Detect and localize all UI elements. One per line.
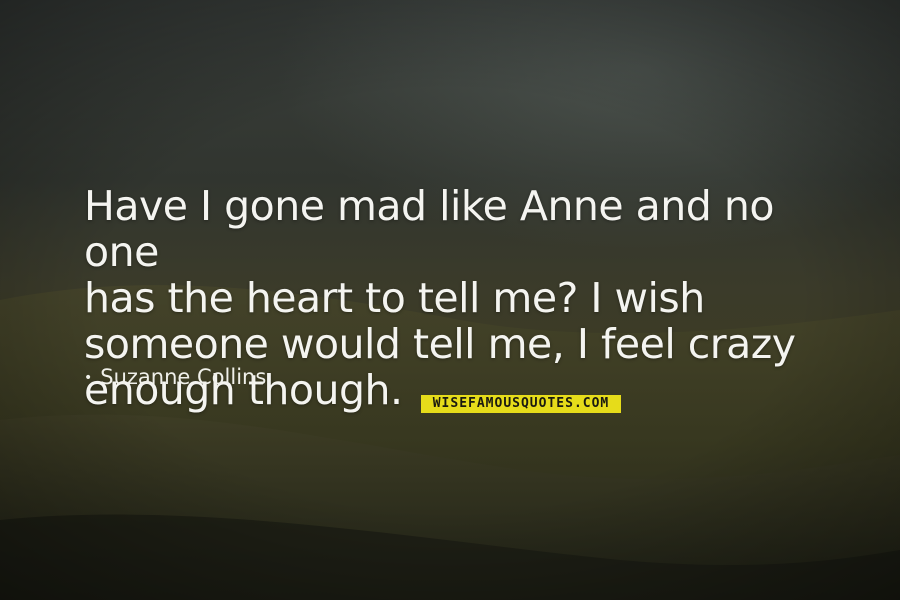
watermark-text: WISEFAMOUSQUOTES.COM xyxy=(432,396,610,411)
watermark-badge: WISEFAMOUSQUOTES.COM xyxy=(421,395,621,413)
quote-card: Have I gone mad like Anne and no one has… xyxy=(0,0,900,600)
quote-author: • Suzanne Collins xyxy=(84,364,266,391)
author-bullet: • xyxy=(84,370,93,386)
author-name: Suzanne Collins xyxy=(100,365,267,389)
